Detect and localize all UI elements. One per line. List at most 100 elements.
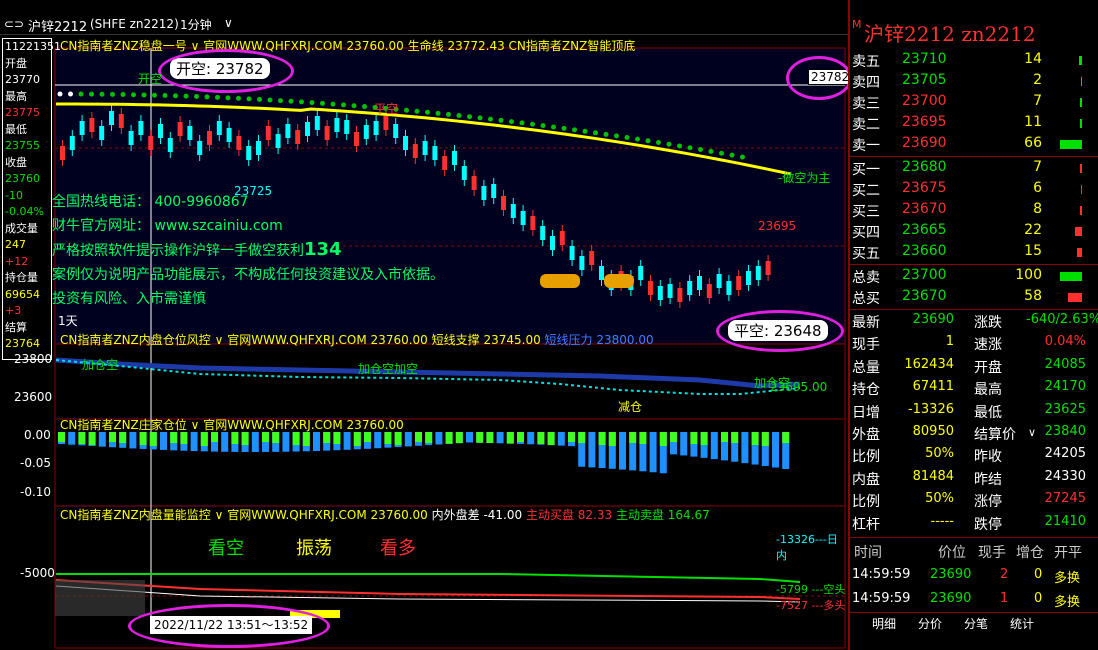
indicator-name[interactable]: CN指南者ZNZ内盘量能监控: [60, 508, 211, 522]
order-book-row[interactable]: 买二 23675 6: [850, 179, 1098, 200]
chevron-down-icon[interactable]: ∨: [215, 333, 224, 347]
level-price: 23665: [902, 222, 947, 238]
level-label: 卖四: [852, 75, 880, 91]
bear-button[interactable]: 看空: [208, 534, 244, 560]
tab-1[interactable]: 分价: [918, 615, 942, 632]
histogram-bar-top: [608, 432, 616, 446]
stat-label: 速涨: [974, 337, 1002, 354]
y-tick: 23600: [14, 390, 53, 404]
stat-label: 跌停: [974, 516, 1002, 533]
histogram-bar-top: [731, 432, 739, 443]
site-label: 官网WWW.QHFXRJ.COM 23760.00: [203, 418, 404, 432]
signal-dot: [225, 95, 231, 101]
level-price: 23670: [902, 201, 947, 217]
signal-dot: [267, 97, 273, 103]
order-book-row[interactable]: 买一 23680 7: [850, 158, 1098, 179]
trade-oc: 多换: [1054, 595, 1081, 610]
signal-dot: [561, 125, 567, 131]
symbol-title: 沪锌2212: [28, 20, 88, 35]
order-book-row[interactable]: 卖二 23695 11: [850, 113, 1098, 134]
site-label: 官网WWW.QHFXRJ.COM 23760.00: [227, 508, 428, 522]
disclaimer-text: 案例仅为说明产品功能展示，不构成任何投资建议及入市依据。: [52, 267, 444, 283]
trade-inc: 0: [1034, 591, 1043, 606]
level-price: 23700: [902, 93, 947, 109]
level-volume: 8: [1033, 201, 1042, 217]
histogram-bar-top: [292, 432, 300, 445]
trade-price: 23690: [930, 591, 972, 606]
level-volume: 11: [1024, 114, 1042, 130]
order-book-row[interactable]: 总卖 23700 100: [850, 266, 1098, 287]
risk-text: 投资有风险、入市需谨慎: [52, 291, 206, 307]
level-volume: 2: [1033, 72, 1042, 88]
order-book-row[interactable]: 买五 23660 15: [850, 242, 1098, 263]
open-short-label: 开空: [138, 72, 163, 86]
histogram-bar: [129, 432, 137, 449]
close-short-label: 平空: [374, 102, 399, 116]
volume-bar: [1060, 272, 1082, 281]
stat-value: 23690: [912, 312, 954, 327]
exchange-label: (SHFE zn2212): [90, 17, 179, 31]
chevron-down-icon[interactable]: ∨: [215, 508, 224, 522]
level-label: 卖一: [852, 138, 880, 154]
level-volume: 14: [1024, 51, 1042, 67]
stat-label: 涨跌: [974, 315, 1002, 331]
stat-value: 67411: [912, 379, 954, 395]
order-book-row[interactable]: 卖五 23710 14: [850, 50, 1098, 71]
order-book-row[interactable]: 卖四 23705 2: [850, 71, 1098, 92]
trade-inc: 0: [1034, 567, 1043, 582]
order-book-row[interactable]: 买四 23665 22: [850, 221, 1098, 242]
level-volume: 6: [1033, 180, 1042, 196]
chevron-down-icon[interactable]: ∨: [224, 16, 233, 30]
histogram-bar-top: [639, 432, 647, 444]
indicator-name[interactable]: CN指南者ZNZ稳盘一号: [60, 39, 187, 53]
order-book-row[interactable]: 卖三 23700 7: [850, 92, 1098, 113]
stat-label: 总量: [852, 359, 880, 376]
lifeline-label: 生命线 23772.43: [407, 39, 505, 53]
signal-dot: [57, 91, 63, 97]
highlight-oval: [158, 49, 294, 93]
chevron-down-icon[interactable]: ∨: [191, 418, 200, 432]
shake-button[interactable]: 振荡: [296, 534, 332, 560]
tab-2[interactable]: 分笔: [964, 615, 988, 632]
level-price: 23675: [902, 180, 947, 196]
histogram-bar: [251, 432, 259, 452]
signal-dot: [288, 98, 294, 104]
stat-value: -13326: [907, 401, 954, 417]
histogram-bar-top: [751, 432, 759, 445]
signal-dot: [299, 99, 304, 105]
histogram-bar-top: [568, 432, 575, 442]
buy-label: 主动买盘 82.33: [525, 508, 613, 522]
stat-value: 1: [945, 334, 954, 350]
menu-icon[interactable]: ⊂⊃: [4, 17, 24, 31]
coin-icon: [540, 274, 580, 288]
signal-dot: [603, 131, 609, 137]
info-value: 23770: [5, 73, 40, 86]
period-selector[interactable]: 1分钟: [180, 16, 212, 33]
histogram-bar-top: [211, 432, 218, 442]
signal-dot: [330, 101, 336, 107]
histogram-bar-top: [578, 432, 586, 443]
tab-0[interactable]: 明细: [872, 615, 896, 632]
y-tick: -0.05: [20, 456, 52, 470]
histogram-bar-top: [272, 432, 280, 443]
histogram-bar: [772, 432, 779, 468]
histogram-bar: [221, 432, 229, 452]
signal-dot: [551, 124, 556, 130]
histogram-bar: [343, 432, 351, 450]
indicator-name[interactable]: CN指南者ZNZ庄家仓位: [60, 418, 187, 432]
indicator-name[interactable]: CN指南者ZNZ内盘仓位风控: [60, 333, 211, 347]
order-book-row[interactable]: 卖一 23690 66: [850, 134, 1098, 155]
chart-area[interactable]: 11221351 开盘 23770 最高 23775 最低 23755 收盘 23760 -10 -…: [0, 34, 853, 650]
stat-value: 81484: [912, 468, 954, 484]
tab-3[interactable]: 统计: [1010, 615, 1034, 632]
order-book-row[interactable]: 买三 23670 8: [850, 200, 1098, 221]
histogram-bar-top: [721, 432, 728, 442]
order-book-row[interactable]: 总买 23670 58: [850, 287, 1098, 308]
signal-dot: [99, 91, 105, 97]
stat-row: 最新 23690 涨跌 -640/2.63%: [850, 311, 1098, 333]
bull-button[interactable]: 看多: [380, 534, 416, 560]
stat-label: 持仓: [852, 382, 880, 399]
histogram-bar-top: [506, 432, 514, 444]
signal-dot: [719, 150, 724, 156]
reduce-label: 减仓: [618, 400, 643, 414]
